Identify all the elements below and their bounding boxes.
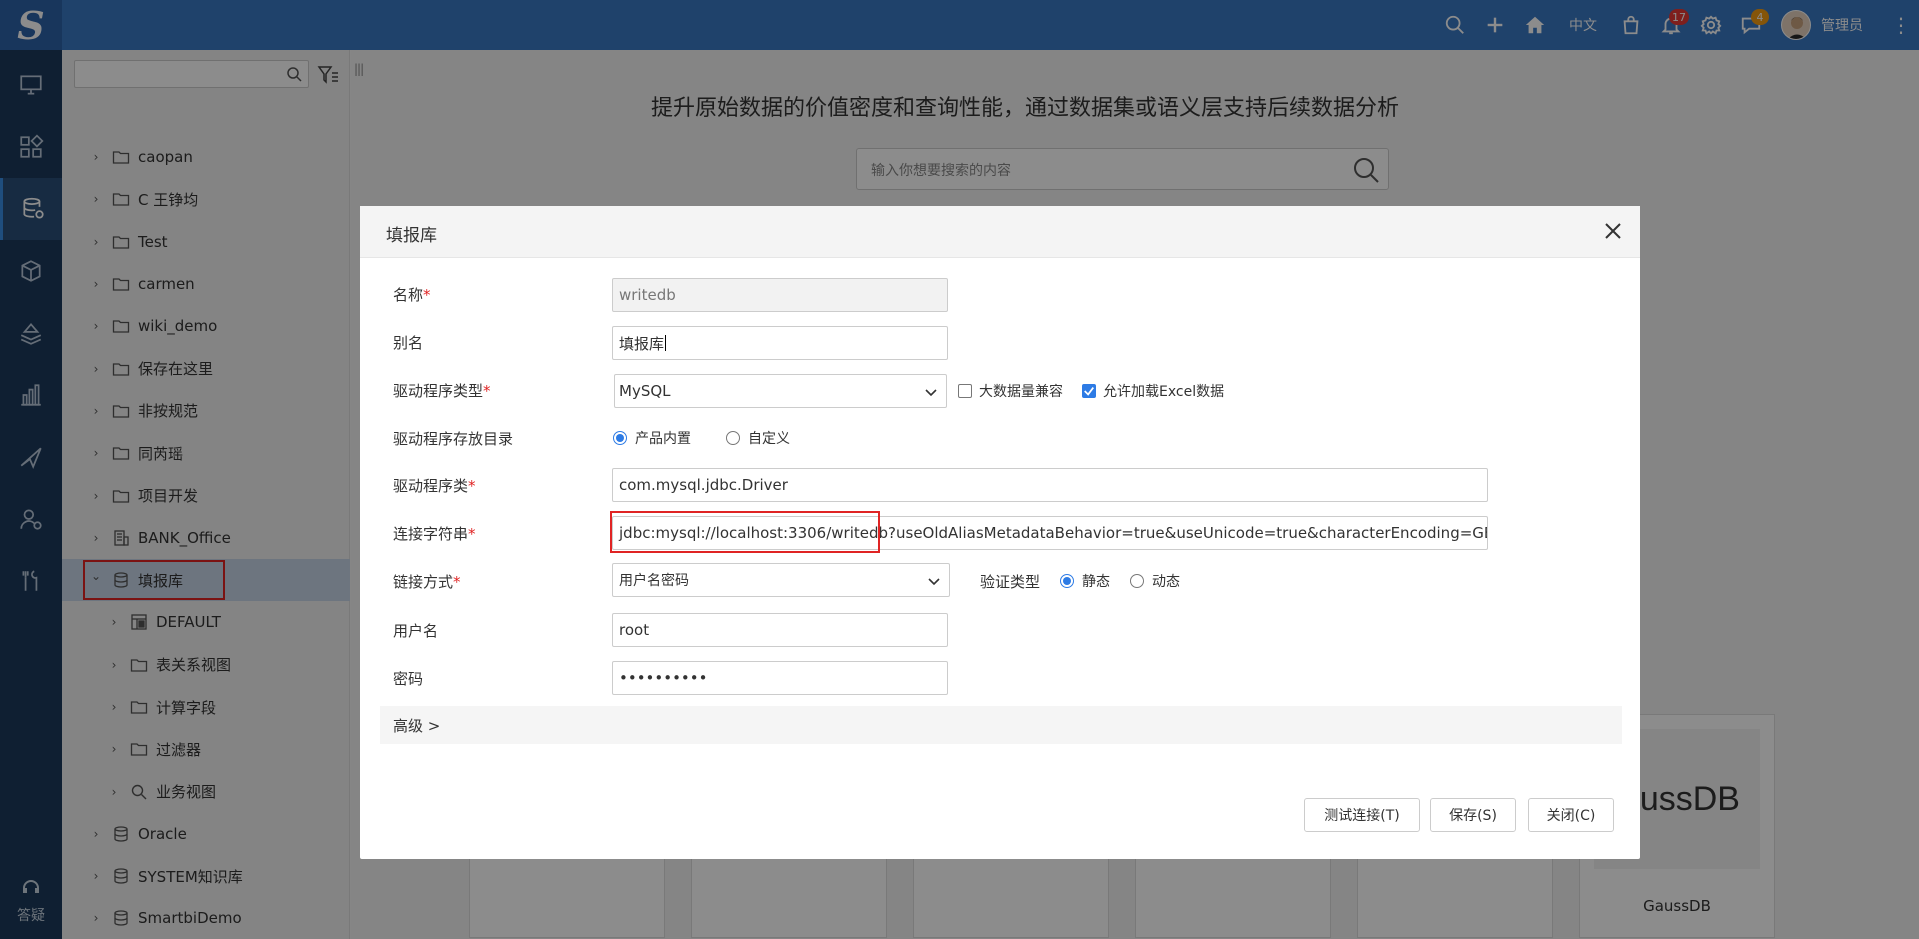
- verify-static-radio[interactable]: 静态: [1060, 571, 1110, 591]
- dialog-header: 填报库: [360, 206, 1640, 258]
- conn-string-label: 连接字符串*: [393, 525, 476, 543]
- link-mode-select[interactable]: 用户名密码: [612, 563, 950, 597]
- driver-type-select[interactable]: MySQL: [614, 374, 947, 408]
- highlight-box: [610, 511, 880, 553]
- checkbox-box[interactable]: [958, 384, 972, 398]
- allow-excel-checkbox[interactable]: 允许加载Excel数据: [1082, 381, 1224, 401]
- name-field[interactable]: writedb: [612, 278, 948, 312]
- password-label: 密码: [393, 670, 424, 688]
- chevron-down-icon: [925, 389, 937, 397]
- link-mode-label: 链接方式*: [393, 573, 461, 591]
- name-label: 名称*: [393, 286, 431, 304]
- bigdata-compat-checkbox[interactable]: 大数据量兼容: [958, 381, 1063, 401]
- driver-dir-label: 驱动程序存放目录: [393, 430, 514, 448]
- close-button[interactable]: 关闭(C): [1528, 798, 1614, 832]
- datasource-dialog: 填报库 名称* writedb 别名 填报库 驱动程序类型* MySQL 大数据…: [360, 206, 1640, 859]
- checkbox-box[interactable]: [1082, 384, 1096, 398]
- driver-class-label: 驱动程序类*: [393, 477, 476, 495]
- verify-type-label: 验证类型: [980, 573, 1041, 591]
- advanced-toggle[interactable]: 高级 >: [380, 706, 1622, 744]
- driver-dir-custom-radio[interactable]: 自定义: [726, 428, 790, 448]
- username-field[interactable]: root: [612, 613, 948, 647]
- test-connection-button[interactable]: 测试连接(T): [1304, 798, 1420, 832]
- verify-dynamic-radio[interactable]: 动态: [1130, 571, 1180, 591]
- username-label: 用户名: [393, 622, 439, 640]
- driver-class-field[interactable]: com.mysql.jdbc.Driver: [612, 468, 1488, 502]
- save-button[interactable]: 保存(S): [1430, 798, 1516, 832]
- alias-field[interactable]: 填报库: [612, 326, 948, 360]
- close-icon[interactable]: [1600, 218, 1626, 244]
- alias-label: 别名: [393, 334, 424, 352]
- chevron-down-icon: [928, 578, 940, 586]
- password-field[interactable]: ••••••••••: [612, 661, 948, 695]
- driver-type-label: 驱动程序类型*: [393, 382, 491, 400]
- driver-dir-builtin-radio[interactable]: 产品内置: [613, 428, 691, 448]
- dialog-title: 填报库: [386, 226, 437, 246]
